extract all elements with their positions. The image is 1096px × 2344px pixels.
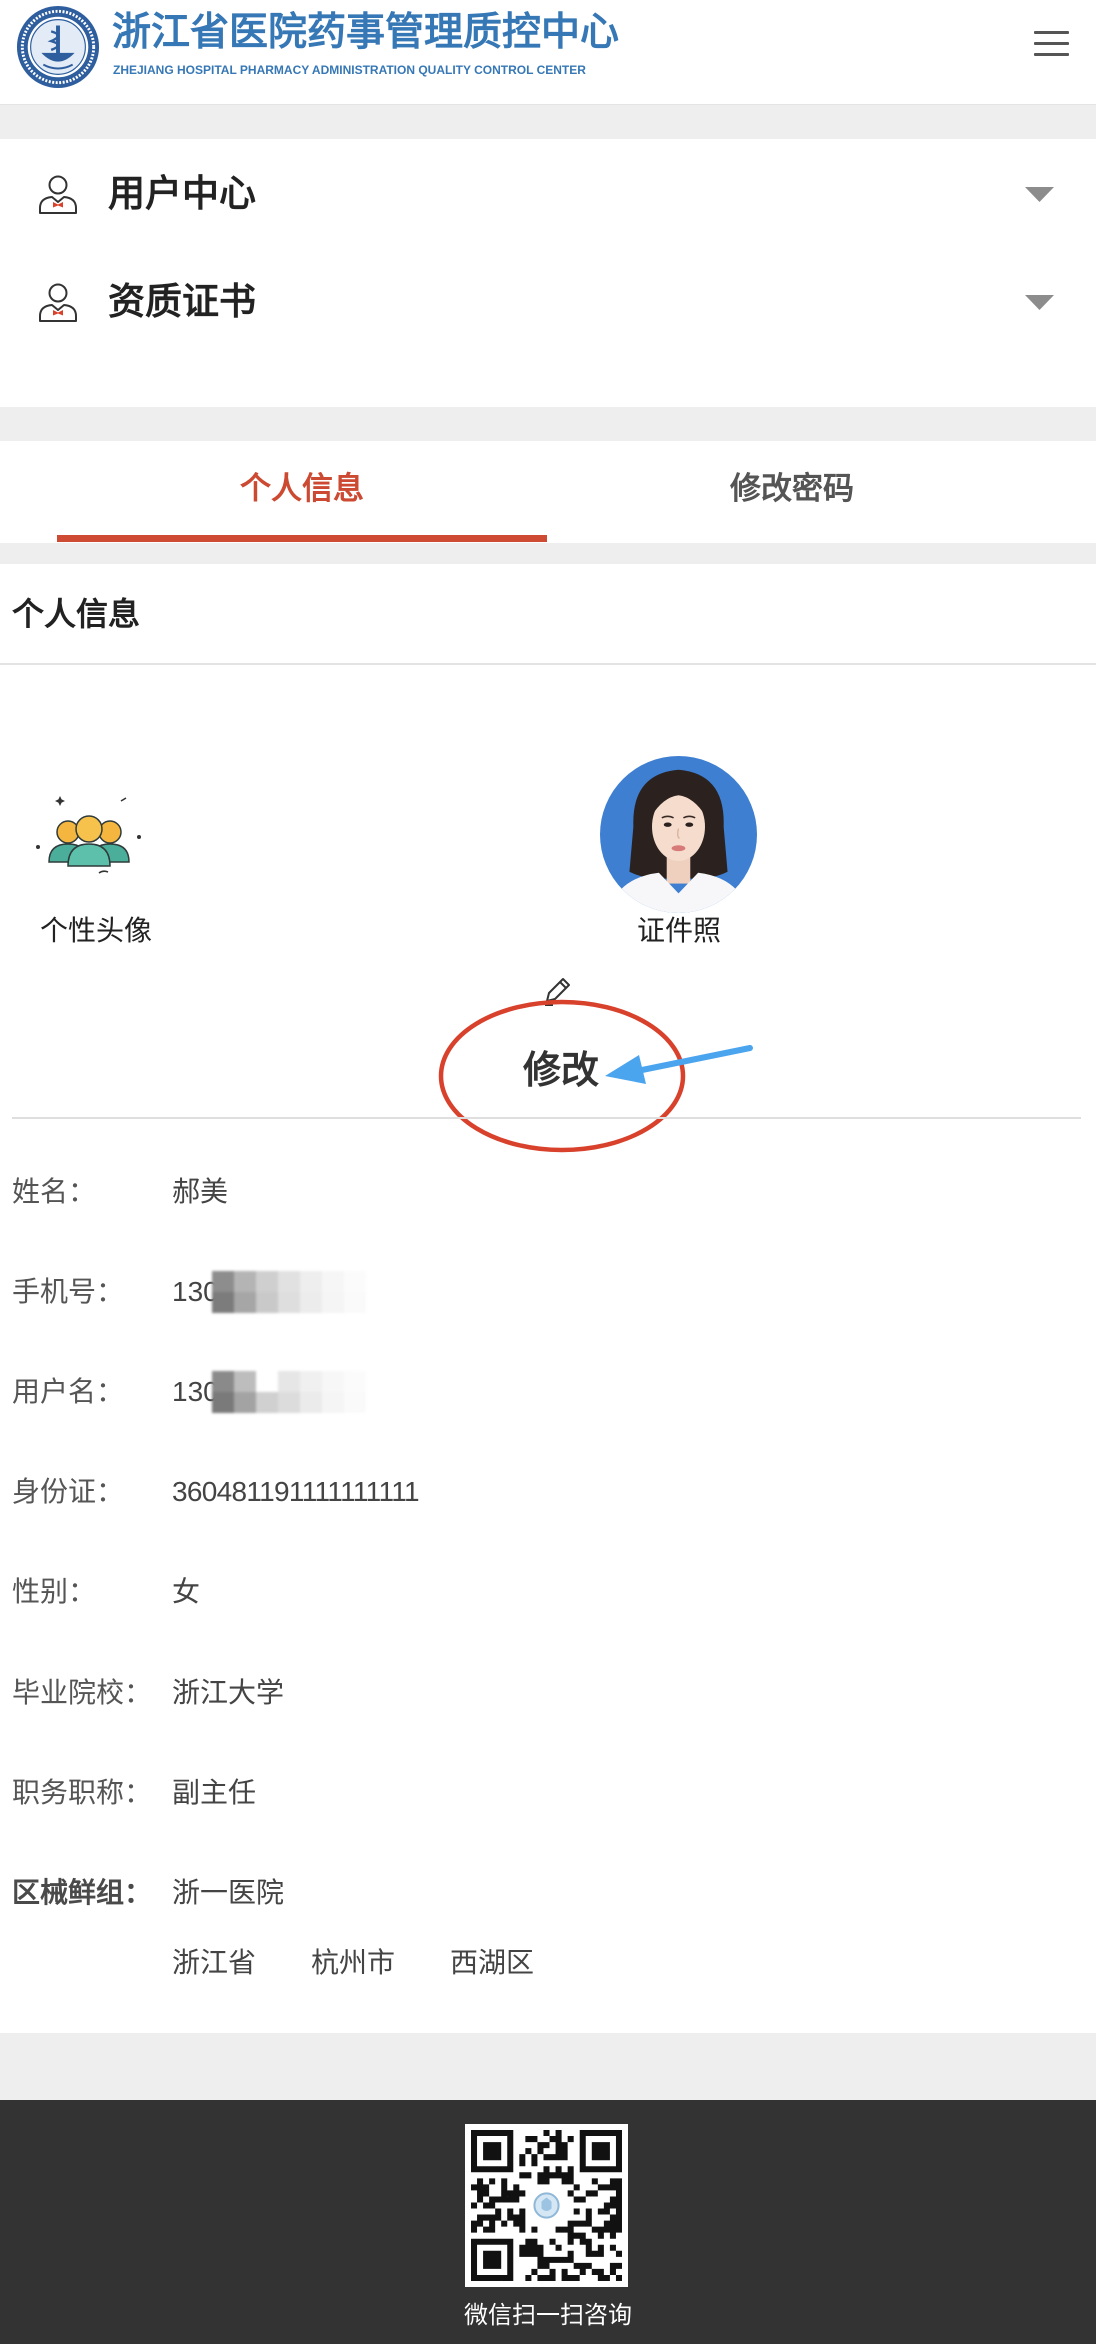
profile-tabs: 个人信息 修改密码: [0, 441, 1096, 543]
field-title: 职务职称： 副主任: [12, 1773, 1082, 1813]
field-label: 毕业院校：: [12, 1677, 153, 1708]
pencil-icon: [545, 978, 570, 1006]
region-city: 杭州市: [311, 1947, 396, 1978]
privacy-mosaic: [212, 1271, 366, 1313]
user-icon: [39, 175, 77, 214]
site-title: 浙江省医院药事管理质控中心: [112, 10, 620, 55]
edit-label: 修改: [522, 1048, 599, 1092]
nav-item-label: 用户中心: [108, 172, 256, 215]
avatar-label: 个性头像: [39, 915, 152, 946]
profile-card: 个人信息 个性头像 证件照 修改 姓名： 郝美 手机号： 130 用户名： 13…: [0, 564, 1096, 2033]
field-value: 女: [172, 1576, 201, 1607]
annotation-arrow-shaft: [639, 1045, 753, 1073]
field-label: 手机号：: [12, 1276, 125, 1307]
edit-avatar-button[interactable]: 修改: [496, 964, 626, 1094]
user-nav-menu: 用户中心 资质证书: [0, 139, 1096, 407]
qr-code-box: [465, 2124, 628, 2287]
wechat-qr-code: [471, 2130, 622, 2281]
personal-avatar-option[interactable]: 个性头像: [26, 792, 166, 952]
user-icon: [39, 283, 77, 322]
id-photo-label: 证件照: [636, 915, 721, 946]
nav-item-label: 资质证书: [108, 280, 256, 323]
field-label: 职务职称：: [12, 1777, 153, 1808]
section-divider: [0, 663, 1096, 665]
triangle-down-icon: [1025, 187, 1054, 202]
field-label: 姓名：: [12, 1176, 97, 1207]
field-label: 区械鲜组：: [12, 1877, 153, 1908]
field-label: 性别：: [12, 1576, 97, 1607]
field-school: 毕业院校： 浙江大学: [12, 1673, 1082, 1713]
field-value: 郝美: [172, 1176, 229, 1207]
hospital-logo[interactable]: [15, 4, 101, 90]
tab-active-indicator: [57, 535, 547, 542]
field-label: 用户名：: [12, 1376, 125, 1407]
field-value: 浙江大学: [172, 1677, 285, 1708]
menu-toggle-button[interactable]: [1030, 26, 1074, 62]
tab-change-password[interactable]: 修改密码: [547, 441, 1037, 535]
field-phone: 手机号： 130: [12, 1271, 1082, 1313]
people-group-icon: [36, 796, 141, 874]
field-username: 用户名： 130: [12, 1371, 1082, 1413]
privacy-mosaic: [212, 1371, 366, 1413]
region-province: 浙江省: [172, 1947, 257, 1978]
id-photo-option[interactable]: 证件照: [599, 756, 759, 952]
qr-caption: 微信扫一扫咨询: [464, 2302, 632, 2329]
section-title: 个人信息: [12, 595, 141, 633]
site-header: 浙江省医院药事管理质控中心 ZHEJIANG HOSPITAL PHARMACY…: [0, 0, 1096, 105]
field-label: 身份证：: [12, 1476, 125, 1507]
tab-personal-info[interactable]: 个人信息: [57, 441, 547, 535]
field-value: 浙一医院: [172, 1877, 285, 1908]
field-id-number: 身份证： 360481191111111111: [12, 1472, 1082, 1512]
nav-item-certificates[interactable]: 资质证书: [0, 267, 1096, 337]
field-value: 副主任: [172, 1777, 257, 1808]
fields-divider: [12, 1117, 1081, 1119]
field-name: 姓名： 郝美: [12, 1172, 1082, 1212]
nav-item-user-center[interactable]: 用户中心: [0, 159, 1096, 229]
field-value: 360481191111111111: [172, 1476, 420, 1507]
region-district: 西湖区: [450, 1947, 535, 1978]
region-line: 浙江省 杭州市 西湖区: [172, 1943, 772, 1983]
site-footer: 微信扫一扫咨询: [0, 2100, 1096, 2344]
triangle-down-icon: [1025, 295, 1054, 310]
field-unit: 区械鲜组： 浙一医院: [12, 1873, 1082, 1913]
id-photo: [600, 756, 757, 913]
site-subtitle: ZHEJIANG HOSPITAL PHARMACY ADMINISTRATIO…: [113, 63, 586, 77]
field-gender: 性别： 女: [12, 1572, 1082, 1612]
